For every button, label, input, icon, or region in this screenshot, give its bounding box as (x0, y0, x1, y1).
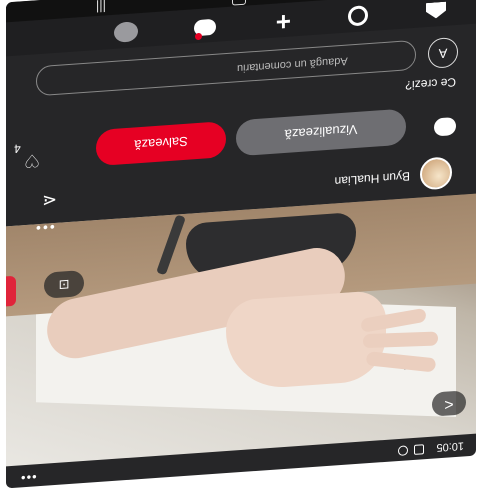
search-icon[interactable] (348, 5, 368, 27)
comment-prompt: Ce crezi? (405, 74, 456, 93)
more-options-icon[interactable]: ••• (34, 219, 55, 236)
system-recent-icon[interactable]: ||| (96, 0, 106, 15)
share-icon[interactable]: ⋖ (42, 189, 57, 211)
status-time: 10:05 (436, 439, 464, 454)
user-avatar: A (428, 36, 458, 69)
signal-dots-icon: ••• (20, 469, 37, 486)
save-button[interactable]: Salvează (96, 121, 226, 167)
profile-icon[interactable] (114, 21, 138, 43)
likes-count: 4 (14, 141, 21, 156)
chat-icon[interactable] (434, 116, 456, 137)
heart-icon[interactable]: ♡ (24, 149, 40, 171)
hand (226, 289, 386, 392)
home-icon[interactable] (426, 2, 446, 19)
phone-screen: 10:05 ••• ㄹ ㅂ ㄷ < ⊡ ••• Byun HuaLian ⋖ V… (6, 0, 476, 488)
system-home-icon[interactable] (232, 0, 246, 6)
plus-icon[interactable]: + (276, 7, 291, 38)
author-avatar[interactable] (420, 156, 452, 191)
image-icon (414, 444, 424, 455)
back-button[interactable]: < (432, 390, 466, 417)
view-button[interactable]: Vizualizează (236, 108, 406, 157)
clock-icon (398, 445, 408, 457)
finger (362, 331, 439, 349)
red-edge (6, 275, 16, 307)
video-player[interactable]: ㄹ ㅂ ㄷ < ⊡ ••• (6, 193, 476, 467)
notification-dot (195, 32, 202, 41)
author-name[interactable]: Byun HuaLian (335, 169, 410, 188)
